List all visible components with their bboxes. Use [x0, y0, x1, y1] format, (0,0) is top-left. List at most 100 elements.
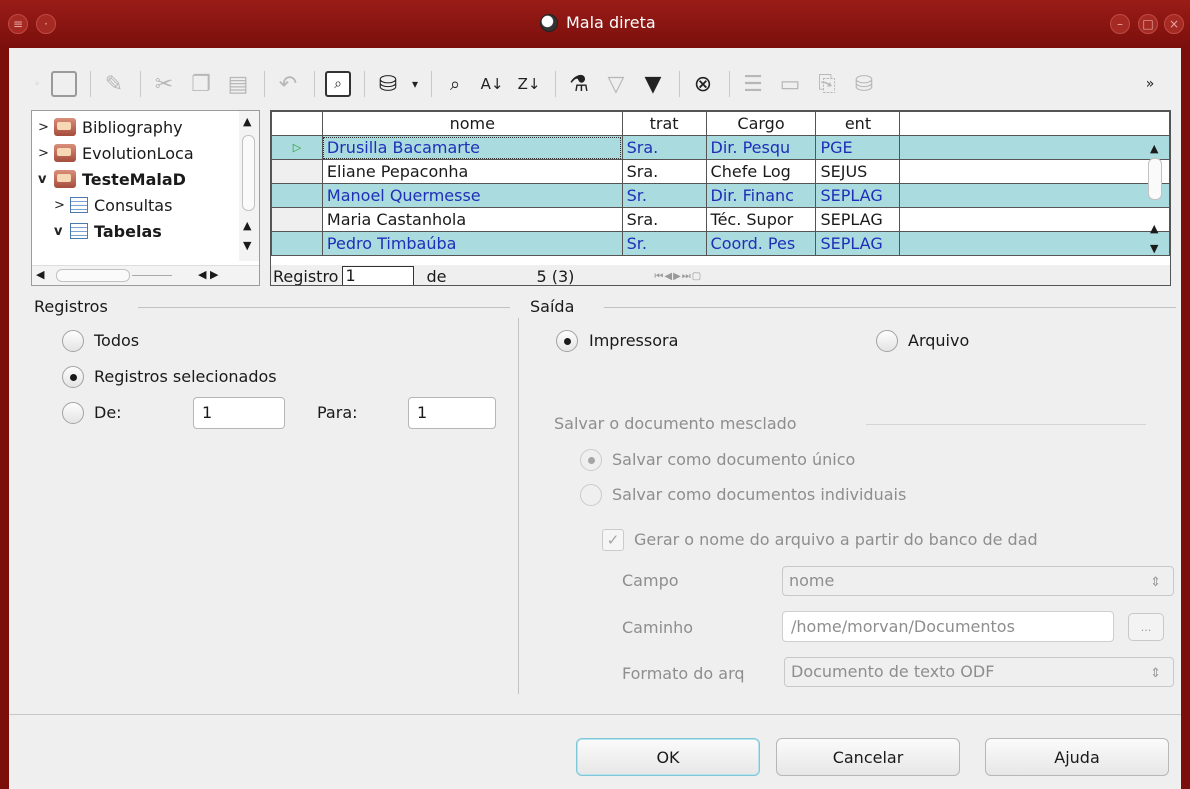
tree-item-testemaladireta[interactable]: v TesteMalaD: [38, 167, 186, 191]
table-row[interactable]: Maria Castanhola Sra. Téc. Supor SEPLAG: [271, 207, 1170, 232]
cell-nome[interactable]: Drusilla Bacamarte: [321, 135, 623, 160]
cell-ent[interactable]: SEJUS: [815, 159, 901, 184]
tree-item-tabelas[interactable]: v Tabelas: [54, 219, 162, 243]
pin-icon[interactable]: ·: [36, 14, 56, 34]
chevron-right-icon[interactable]: >: [38, 146, 54, 161]
radio-arquivo[interactable]: [876, 330, 898, 352]
row-header[interactable]: [271, 159, 323, 184]
para-input[interactable]: 1: [408, 397, 496, 429]
minimize-icon[interactable]: –: [1110, 14, 1130, 34]
radio-todos[interactable]: [62, 330, 84, 352]
tree-horizontal-scrollbar[interactable]: ◀ ◀ ▶: [32, 265, 259, 285]
data-grid[interactable]: nome trat Cargo ent ▷ Drusilla Bacamarte…: [270, 110, 1171, 286]
more-icon[interactable]: »: [1133, 67, 1167, 101]
copy-icon[interactable]: ❐: [184, 67, 218, 101]
data-source-icon[interactable]: ⛁: [371, 67, 405, 101]
row-header[interactable]: [271, 231, 323, 256]
column-header[interactable]: nome: [321, 111, 623, 136]
cell-cargo[interactable]: Téc. Supor: [705, 207, 817, 232]
undo-icon[interactable]: ↶: [271, 67, 305, 101]
label-arquivo[interactable]: Arquivo: [908, 331, 969, 350]
radio-impressora[interactable]: [556, 330, 578, 352]
label-salvar-unico[interactable]: Salvar como documento único: [612, 450, 855, 469]
maximize-icon[interactable]: □: [1138, 14, 1158, 34]
cancel-button[interactable]: Cancelar: [776, 738, 960, 776]
tree-item-bibliography[interactable]: > Bibliography: [38, 115, 183, 139]
cell-trat[interactable]: Sr.: [621, 183, 707, 208]
radio-salvar-unico[interactable]: [580, 449, 602, 471]
checkbox-gerar-nome[interactable]: ✓: [602, 529, 624, 551]
close-icon[interactable]: ×: [1164, 14, 1184, 34]
autofilter-icon[interactable]: ⚗: [562, 67, 596, 101]
find-icon[interactable]: ⌕: [321, 67, 355, 101]
sort-ascending-icon[interactable]: A↓: [475, 67, 509, 101]
label-registros-selecionados[interactable]: Registros selecionados: [94, 367, 277, 386]
tree-item-consultas[interactable]: > Consultas: [54, 193, 172, 217]
de-input[interactable]: 1: [193, 397, 285, 429]
filter-record-icon[interactable]: ⌕: [438, 67, 472, 101]
cell-ent[interactable]: SEPLAG: [815, 183, 901, 208]
cell-trat[interactable]: Sra.: [621, 135, 707, 160]
help-button[interactable]: Ajuda: [985, 738, 1169, 776]
save-icon[interactable]: [47, 67, 81, 101]
browse-button[interactable]: ...: [1128, 613, 1164, 641]
column-header[interactable]: trat: [621, 111, 707, 136]
chevron-right-icon[interactable]: >: [54, 198, 70, 213]
apply-filter-icon[interactable]: ▼: [636, 67, 670, 101]
cell-trat[interactable]: Sra.: [621, 159, 707, 184]
sort-descending-icon[interactable]: Z↓: [512, 67, 546, 101]
column-header[interactable]: Cargo: [705, 111, 817, 136]
fields-icon[interactable]: ▭: [773, 67, 807, 101]
label-impressora[interactable]: Impressora: [589, 331, 678, 350]
dropdown-icon[interactable]: ▾: [408, 67, 422, 101]
formato-select[interactable]: Documento de texto ODF ⇕: [784, 657, 1174, 687]
record-nav-buttons[interactable]: ⏮◀▶⏭▢: [654, 271, 702, 282]
column-header[interactable]: ent: [815, 111, 901, 136]
grid-vertical-scrollbar[interactable]: ▲ ▲ ▼: [1144, 136, 1166, 266]
database-icon[interactable]: ⛁: [847, 67, 881, 101]
paste-icon[interactable]: ▤: [221, 67, 255, 101]
ok-button[interactable]: OK: [576, 738, 760, 776]
cell-trat[interactable]: Sra.: [621, 207, 707, 232]
tree-vertical-scrollbar[interactable]: ▲ ▲ ▼: [239, 111, 259, 261]
chevron-down-icon[interactable]: v: [54, 224, 70, 239]
cell-ent[interactable]: PGE: [815, 135, 901, 160]
campo-select[interactable]: nome ⇕: [782, 566, 1174, 596]
cell-nome[interactable]: Pedro Timbaúba: [321, 231, 623, 256]
tree-item-evolutionlocal[interactable]: > EvolutionLoca: [38, 141, 194, 165]
cell-cargo[interactable]: Coord. Pes: [705, 231, 817, 256]
radio-registros-selecionados[interactable]: [62, 366, 84, 388]
window-menu-icon[interactable]: ≡: [8, 14, 28, 34]
caminho-input[interactable]: /home/morvan/Documentos: [782, 611, 1114, 642]
cell-cargo[interactable]: Dir. Financ: [705, 183, 817, 208]
standard-filter-icon[interactable]: ▽: [599, 67, 633, 101]
label-gerar-nome[interactable]: Gerar o nome do arquivo a partir do banc…: [634, 530, 1038, 549]
radio-de[interactable]: [62, 402, 84, 424]
cell-ent[interactable]: SEPLAG: [815, 231, 901, 256]
cell-cargo[interactable]: Dir. Pesqu: [705, 135, 817, 160]
edit-icon[interactable]: ✎: [97, 67, 131, 101]
radio-salvar-individuais[interactable]: [580, 484, 602, 506]
table-row[interactable]: ▷ Drusilla Bacamarte Sra. Dir. Pesqu PGE: [271, 135, 1170, 160]
label-todos[interactable]: Todos: [94, 331, 139, 350]
cell-cargo[interactable]: Chefe Log: [705, 159, 817, 184]
table-row[interactable]: Eliane Pepaconha Sra. Chefe Log SEJUS: [271, 159, 1170, 184]
chevron-down-icon[interactable]: v: [38, 172, 54, 187]
row-header[interactable]: [271, 183, 323, 208]
record-number-input[interactable]: 1: [342, 266, 415, 285]
cell-trat[interactable]: Sr.: [621, 231, 707, 256]
table-row[interactable]: Manoel Quermesse Sr. Dir. Financ SEPLAG: [271, 183, 1170, 208]
cell-nome[interactable]: Manoel Quermesse: [321, 183, 623, 208]
remove-filter-icon[interactable]: ⊗: [686, 67, 720, 101]
chevron-right-icon[interactable]: >: [38, 120, 54, 135]
cell-nome[interactable]: Maria Castanhola: [321, 207, 623, 232]
database-tree[interactable]: > Bibliography > EvolutionLoca v TesteMa…: [31, 110, 260, 286]
cell-nome[interactable]: Eliane Pepaconha: [321, 159, 623, 184]
cut-icon[interactable]: ✂: [147, 67, 181, 101]
label-de[interactable]: De:: [94, 403, 122, 422]
label-salvar-individuais[interactable]: Salvar como documentos individuais: [612, 485, 906, 504]
text-icon[interactable]: ☰: [736, 67, 770, 101]
cell-ent[interactable]: SEPLAG: [815, 207, 901, 232]
table-row[interactable]: Pedro Timbaúba Sr. Coord. Pes SEPLAG: [271, 231, 1170, 256]
row-header[interactable]: [271, 207, 323, 232]
